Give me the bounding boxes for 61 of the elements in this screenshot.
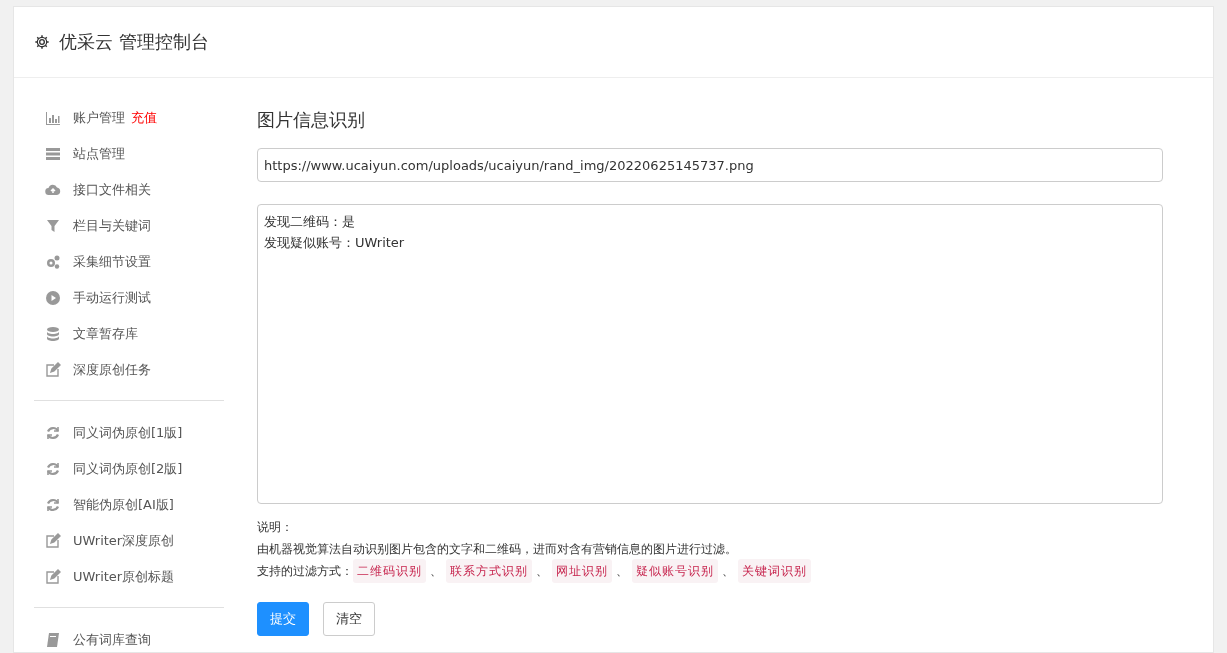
- edit-icon: [45, 533, 61, 549]
- sidebar-item[interactable]: 同义词伪原创[1版]: [34, 415, 224, 451]
- book-icon: [45, 632, 61, 648]
- filter-method-tag: 二维码识别: [353, 559, 426, 583]
- sidebar-item[interactable]: 账户管理 充值: [34, 100, 224, 136]
- separator-mark: 、: [616, 563, 628, 580]
- sidebar-item[interactable]: 采集细节设置: [34, 244, 224, 280]
- sidebar-item[interactable]: 接口文件相关: [34, 172, 224, 208]
- bar-chart-icon: [45, 110, 61, 126]
- gears-icon: [45, 254, 61, 270]
- edit-icon: [45, 362, 61, 378]
- result-text-area[interactable]: 发现二维码：是 发现疑似账号：UWriter: [257, 204, 1163, 504]
- refresh-icon: [45, 497, 61, 513]
- database-icon: [45, 326, 61, 342]
- sidebar-item-label: 手动运行测试: [73, 289, 151, 307]
- filter-method-tag: 网址识别: [552, 559, 612, 583]
- sidebar-item[interactable]: 栏目与关键词: [34, 208, 224, 244]
- clear-button[interactable]: 清空: [323, 602, 375, 636]
- section-title: 图片信息识别: [257, 108, 366, 132]
- sidebar-item-label: 同义词伪原创[1版]: [73, 424, 183, 442]
- filter-method-tag: 联系方式识别: [446, 559, 532, 583]
- separator-mark: 、: [722, 563, 734, 580]
- sidebar-item[interactable]: 手动运行测试: [34, 280, 224, 316]
- filter-method-tag: 疑似账号识别: [632, 559, 718, 583]
- sidebar-item[interactable]: 同义词伪原创[2版]: [34, 451, 224, 487]
- sidebar-item-label: 采集细节设置: [73, 253, 151, 271]
- sidebar-item-label: 同义词伪原创[2版]: [73, 460, 183, 478]
- sidebar-item-label: 深度原创任务: [73, 361, 151, 379]
- sidebar-item-label: UWriter原创标题: [73, 568, 175, 586]
- sidebar-item[interactable]: 文章暂存库: [34, 316, 224, 352]
- refresh-icon: [45, 425, 61, 441]
- sidebar-item-label: 站点管理: [73, 145, 125, 163]
- sidebar-item-label: 智能伪原创[AI版]: [73, 496, 174, 514]
- sidebar-item-label: 账户管理: [73, 109, 125, 127]
- server-icon: [45, 146, 61, 162]
- note-label: 说明：: [257, 519, 294, 536]
- description-text: 由机器视觉算法自动识别图片包含的文字和二维码，进而对含有营销信息的图片进行过滤。: [257, 541, 738, 558]
- url-input-field[interactable]: https://www.ucaiyun.com/uploads/ucaiyun/rand_img/20220625145737.png: [257, 148, 1163, 182]
- recharge-link[interactable]: 充值: [131, 109, 157, 127]
- settings-icon: [34, 34, 50, 50]
- sidebar-item-label: 公有词库查询: [73, 631, 151, 649]
- sidebar-item[interactable]: UWriter原创标题: [34, 559, 224, 595]
- sidebar-item[interactable]: 公有词库查询: [34, 622, 224, 653]
- play-icon: [45, 290, 61, 306]
- edit-icon: [45, 569, 61, 585]
- sidebar-item-label: 文章暂存库: [73, 325, 138, 343]
- separator-mark: 、: [430, 563, 442, 580]
- console-title: 优采云 管理控制台: [59, 30, 209, 54]
- filter-method-tag: 关键词识别: [738, 559, 811, 583]
- cloud-upload-icon: [45, 182, 61, 198]
- sidebar-item[interactable]: 深度原创任务: [34, 352, 224, 388]
- sidebar-item-label: 接口文件相关: [73, 181, 151, 199]
- sidebar-item-label: 栏目与关键词: [73, 217, 151, 235]
- filter-methods-label: 支持的过滤方式：: [257, 563, 353, 580]
- sidebar-item-label: UWriter深度原创: [73, 532, 175, 550]
- sidebar-item[interactable]: 智能伪原创[AI版]: [34, 487, 224, 523]
- sidebar-item[interactable]: UWriter深度原创: [34, 523, 224, 559]
- separator-mark: 、: [536, 563, 548, 580]
- sidebar-item[interactable]: 站点管理: [34, 136, 224, 172]
- filter-icon: [45, 218, 61, 234]
- refresh-icon: [45, 461, 61, 477]
